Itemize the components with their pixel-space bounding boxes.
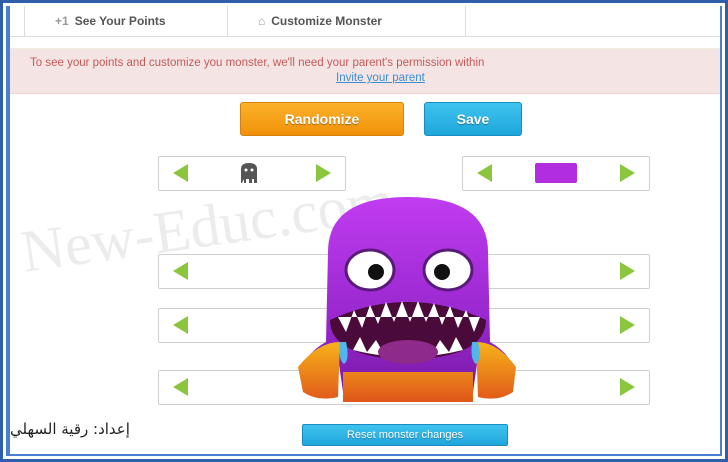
randomize-button[interactable]: Randomize	[240, 102, 404, 136]
monster-preview	[298, 197, 516, 402]
arrow-right-icon[interactable]	[620, 378, 635, 396]
tab-label: Customize Monster	[271, 14, 382, 28]
arrow-left-icon[interactable]	[477, 164, 492, 182]
tab-customize-monster[interactable]: ⌂ Customize Monster	[228, 6, 466, 36]
house-icon: ⌂	[258, 14, 266, 28]
arrow-right-icon[interactable]	[316, 164, 331, 182]
notice-message: To see your points and customize you mon…	[30, 57, 485, 69]
arrow-left-icon[interactable]	[173, 378, 188, 396]
reset-monster-button[interactable]: Reset monster changes	[302, 424, 508, 446]
tab-label: See Your Points	[74, 14, 166, 28]
arrow-left-icon[interactable]	[173, 316, 188, 334]
body-shape-selector	[158, 156, 346, 191]
body-shape-icon	[241, 163, 257, 183]
permission-notice: To see your points and customize you mon…	[10, 48, 720, 94]
invite-parent-link[interactable]: Invite your parent	[336, 72, 425, 84]
color-selector	[462, 156, 650, 191]
plus-one-icon: +1	[55, 14, 69, 28]
arrow-left-icon[interactable]	[173, 262, 188, 280]
arrow-right-icon[interactable]	[620, 316, 635, 334]
color-swatch	[535, 163, 577, 183]
page: +1 See Your Points ⌂ Customize Monster T…	[10, 6, 720, 454]
save-button[interactable]: Save	[424, 102, 522, 136]
tab-bar: +1 See Your Points ⌂ Customize Monster	[10, 6, 720, 37]
arrow-right-icon[interactable]	[620, 262, 635, 280]
tab-see-your-points[interactable]: +1 See Your Points	[24, 6, 228, 36]
arrow-right-icon[interactable]	[620, 164, 635, 182]
author-credit: إعداد: رقية السهلي	[10, 420, 130, 438]
arrow-left-icon[interactable]	[173, 164, 188, 182]
